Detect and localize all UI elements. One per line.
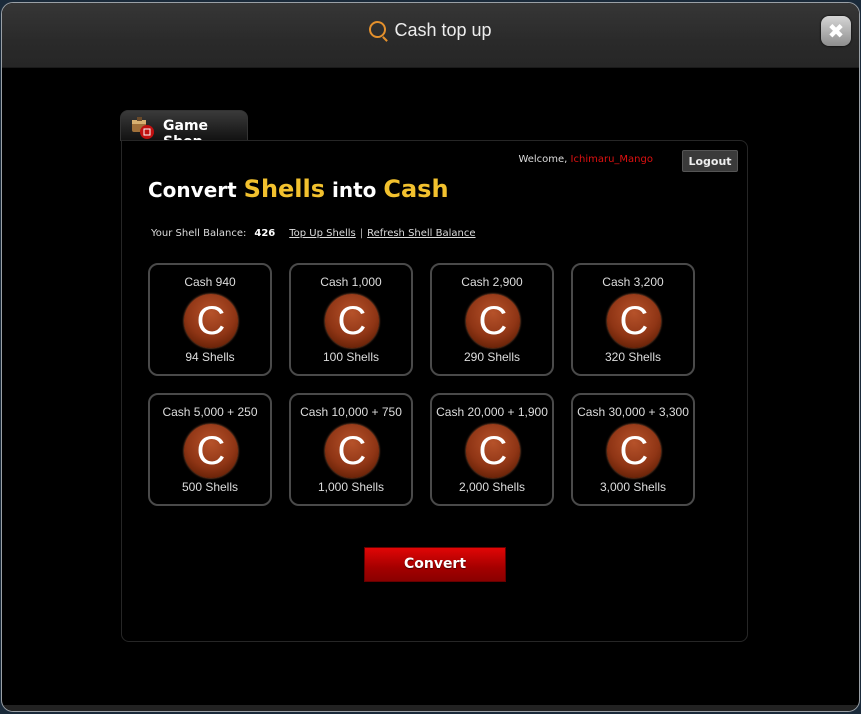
cash-coin-icon: C — [607, 424, 661, 478]
title-cash: Cash — [383, 175, 449, 203]
cash-coin-icon: C — [466, 294, 520, 348]
cash-coin-icon: C — [607, 294, 661, 348]
link-separator: | — [359, 228, 364, 239]
package-card[interactable]: Cash 3,200 C 320 Shells — [571, 263, 695, 376]
package-shells: 2,000 Shells — [458, 480, 526, 494]
username: Ichimaru_Mango — [570, 154, 653, 165]
package-shells: 1,000 Shells — [317, 480, 385, 494]
package-shells: 290 Shells — [463, 350, 521, 364]
package-cash: Cash 3,200 — [602, 275, 664, 289]
tab-game-shop[interactable]: Game Shop — [120, 110, 248, 150]
shell-balance-row: Your Shell Balance: 426 Top Up Shells | Refr… — [151, 228, 476, 239]
cash-coin-icon: C — [325, 424, 379, 478]
welcome-prefix: Welcome, — [518, 154, 571, 165]
package-card[interactable]: Cash 1,000 C 100 Shells — [289, 263, 413, 376]
page-title: Convert Shells into Cash — [148, 175, 449, 203]
welcome-message: Welcome, Ichimaru_Mango — [518, 154, 653, 165]
package-card[interactable]: Cash 20,000 + 1,900 C 2,000 Shells — [430, 393, 554, 506]
title-convert: Convert — [148, 178, 244, 202]
package-shells: 500 Shells — [181, 480, 239, 494]
cash-coin-icon: C — [184, 294, 238, 348]
title-shells: Shells — [243, 175, 326, 203]
title-bar: Cash top up ✖ — [2, 3, 859, 68]
top-up-shells-link[interactable]: Top Up Shells — [289, 228, 356, 239]
shell-balance-label: Your Shell Balance: — [151, 228, 247, 239]
convert-button[interactable]: Convert — [364, 547, 506, 582]
package-cash: Cash 5,000 + 250 — [162, 405, 258, 419]
package-cash: Cash 2,900 — [461, 275, 523, 289]
package-card[interactable]: Cash 2,900 C 290 Shells — [430, 263, 554, 376]
package-card[interactable]: Cash 940 C 94 Shells — [148, 263, 272, 376]
window-bottom-edge — [2, 705, 859, 711]
window-title-text: Cash top up — [394, 20, 492, 40]
package-cash: Cash 10,000 + 750 — [300, 405, 402, 419]
package-card[interactable]: Cash 5,000 + 250 C 500 Shells — [148, 393, 272, 506]
cash-coin-icon: C — [325, 294, 379, 348]
package-shells: 94 Shells — [185, 350, 235, 364]
shell-balance-value: 426 — [254, 228, 276, 239]
title-into: into — [325, 178, 384, 202]
package-cash: Cash 20,000 + 1,900 — [436, 405, 548, 419]
cash-coin-icon: C — [466, 424, 520, 478]
cash-coin-icon: C — [184, 424, 238, 478]
package-shells: 100 Shells — [322, 350, 380, 364]
cash-top-up-window: Cash top up ✖ Game Shop Welcome, Ichimar… — [1, 2, 860, 712]
treasure-chest-icon — [132, 117, 154, 139]
game-shop-panel: Welcome, Ichimaru_Mango Logout Convert S… — [121, 140, 748, 642]
package-card[interactable]: Cash 10,000 + 750 C 1,000 Shells — [289, 393, 413, 506]
window-title: Cash top up — [2, 20, 859, 41]
refresh-shell-balance-link[interactable]: Refresh Shell Balance — [367, 228, 475, 239]
search-chat-icon — [369, 21, 387, 38]
package-shells: 320 Shells — [604, 350, 662, 364]
close-button[interactable]: ✖ — [821, 16, 851, 46]
package-cash: Cash 940 — [184, 275, 236, 289]
package-cash: Cash 30,000 + 3,300 — [577, 405, 689, 419]
package-shells: 3,000 Shells — [599, 480, 667, 494]
package-cash: Cash 1,000 — [320, 275, 382, 289]
package-card[interactable]: Cash 30,000 + 3,300 C 3,000 Shells — [571, 393, 695, 506]
logout-button[interactable]: Logout — [682, 150, 738, 172]
